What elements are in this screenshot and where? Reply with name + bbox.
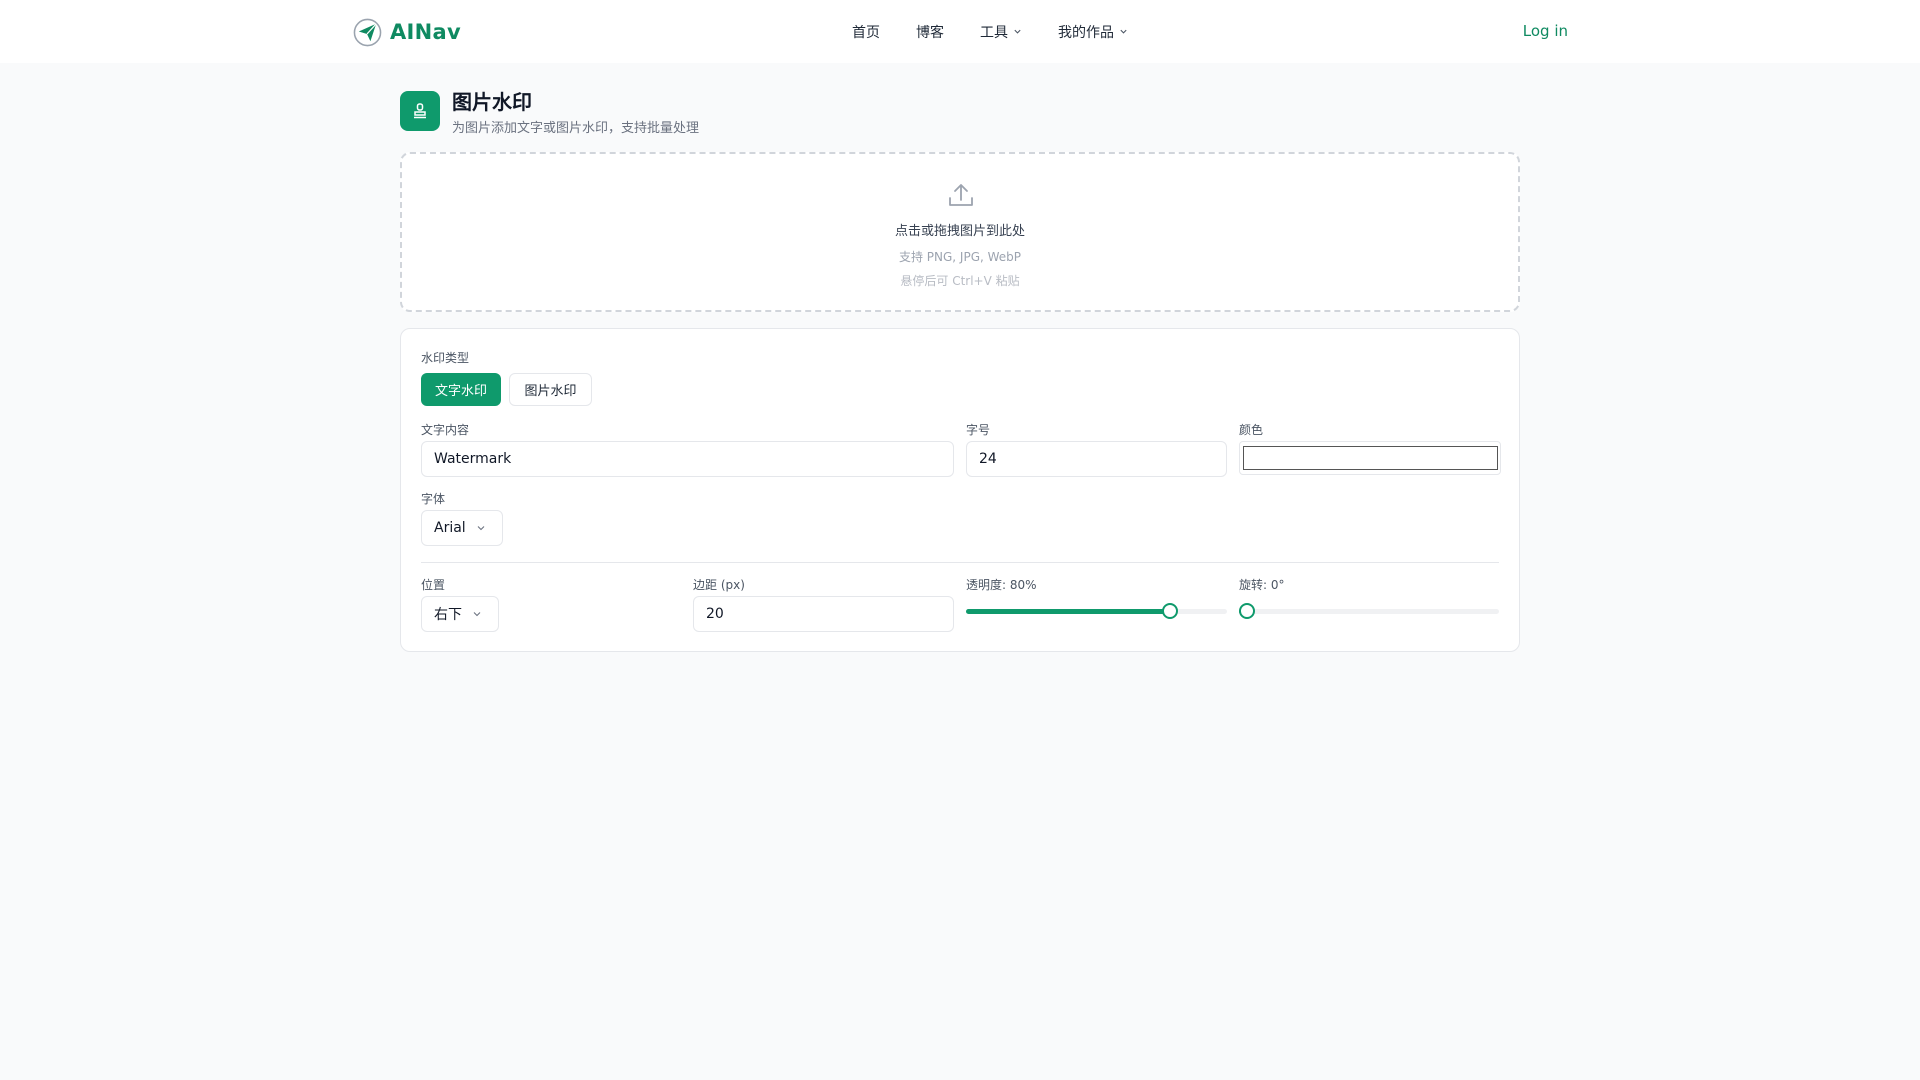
nav-item-home[interactable]: 首页 xyxy=(852,22,880,42)
select-value: 右下 xyxy=(434,607,462,623)
stamp-icon xyxy=(400,91,440,131)
font-family-select[interactable]: Arial xyxy=(421,510,503,546)
page-title: 图片水印 xyxy=(452,90,532,114)
slider-thumb[interactable] xyxy=(1239,603,1255,619)
rotation-slider[interactable] xyxy=(1239,603,1499,619)
top-navbar: AINav 首页 博客 工具 我的作品 Log in xyxy=(0,0,1920,63)
select-value: Arial xyxy=(434,520,466,536)
dropzone-paste-hint: 悬停后可 Ctrl+V 粘贴 xyxy=(900,274,1020,288)
opacity-slider[interactable] xyxy=(966,603,1227,619)
main-nav: 首页 博客 工具 我的作品 xyxy=(852,0,1164,63)
brand-logo[interactable]: AINav xyxy=(353,17,461,47)
dropzone-main-text: 点击或拖拽图片到此处 xyxy=(894,224,1025,239)
color-label: 颜色 xyxy=(1239,423,1264,437)
margin-input[interactable]: 20 xyxy=(693,596,954,632)
chevron-down-icon xyxy=(477,526,485,531)
font-family-label: 字体 xyxy=(421,492,446,506)
rotation-label: 旋转: 0° xyxy=(1239,578,1285,592)
text-content-input[interactable]: Watermark xyxy=(421,441,954,477)
nav-label: 首页 xyxy=(852,24,880,41)
position-select[interactable]: 右下 xyxy=(421,596,499,632)
nav-item-blog[interactable]: 博客 xyxy=(916,22,944,42)
nav-label: 工具 xyxy=(980,24,1008,41)
chevron-down-icon xyxy=(1120,29,1127,34)
upload-icon xyxy=(949,184,973,206)
text-content-label: 文字内容 xyxy=(421,423,470,437)
slider-track xyxy=(1239,609,1499,614)
slider-thumb[interactable] xyxy=(1162,603,1178,619)
chevron-down-icon xyxy=(473,612,481,617)
opacity-label: 透明度: 80% xyxy=(966,578,1037,592)
nav-label: 博客 xyxy=(916,24,944,41)
nav-item-my-works[interactable]: 我的作品 xyxy=(1058,22,1128,42)
login-link[interactable]: Log in xyxy=(1523,22,1568,40)
text-watermark-button[interactable]: 文字水印 xyxy=(421,373,501,406)
image-watermark-button[interactable]: 图片水印 xyxy=(509,373,592,406)
page-header: 图片水印 为图片添加文字或图片水印，支持批量处理 xyxy=(400,91,699,136)
slider-fill xyxy=(966,609,1170,614)
font-size-input[interactable]: 24 xyxy=(966,441,1227,477)
brand-name: AINav xyxy=(390,20,462,44)
font-size-label: 字号 xyxy=(966,423,991,437)
image-upload-dropzone[interactable]: 点击或拖拽图片到此处 支持 PNG, JPG, WebP 悬停后可 Ctrl+V… xyxy=(400,152,1520,312)
dropzone-format-text: 支持 PNG, JPG, WebP xyxy=(898,250,1022,264)
section-divider xyxy=(421,562,1499,563)
page-subtitle: 为图片添加文字或图片水印，支持批量处理 xyxy=(452,121,700,136)
watermark-settings-card: 水印类型 文字水印 图片水印 文字内容 Watermark 字号 24 颜色 字… xyxy=(400,328,1520,652)
color-picker[interactable] xyxy=(1243,446,1498,470)
paper-plane-logo-icon xyxy=(353,18,382,46)
page-heading-text: 图片水印 为图片添加文字或图片水印，支持批量处理 xyxy=(452,91,699,136)
nav-item-tools[interactable]: 工具 xyxy=(980,22,1022,42)
position-label: 位置 xyxy=(421,578,446,592)
watermark-type-label: 水印类型 xyxy=(421,351,470,365)
margin-label: 边距 (px) xyxy=(693,578,745,592)
chevron-down-icon xyxy=(1014,29,1021,34)
nav-label: 我的作品 xyxy=(1058,24,1114,41)
